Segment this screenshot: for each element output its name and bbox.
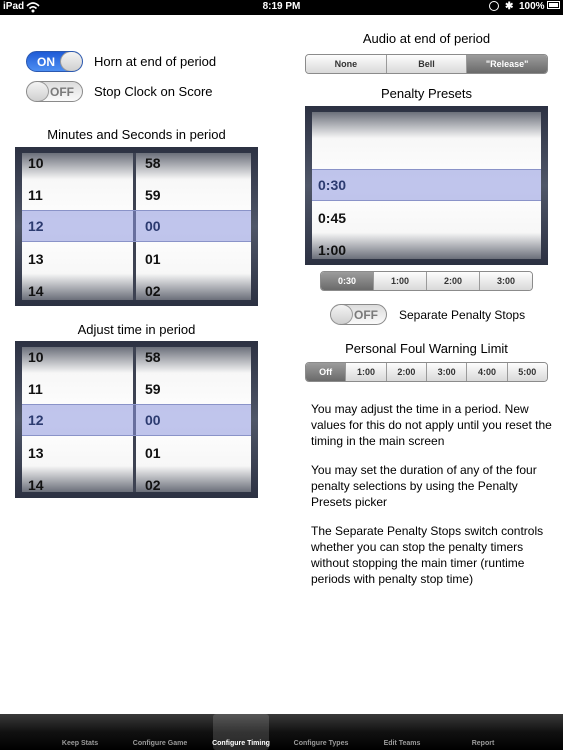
selected-minutes: 12 (28, 412, 44, 428)
foul-option[interactable]: 5:00 (506, 363, 547, 381)
penalty-presets-picker[interactable]: 0:45 1:00 0:30 (305, 106, 548, 265)
picker-row: 59 (145, 381, 161, 397)
audio-title: Audio at end of period (362, 31, 491, 46)
horn-label: Horn at end of period (94, 54, 217, 69)
separate-penalty-toggle[interactable]: OFF (330, 304, 387, 325)
rotation-lock-icon (489, 1, 499, 11)
stop-clock-label: Stop Clock on Score (94, 84, 213, 99)
minutes-seconds-title: Minutes and Seconds in period (47, 127, 226, 142)
picker-row: 0:45 (318, 210, 347, 226)
audio-segmented-control[interactable]: None Bell "Release" (305, 54, 548, 74)
foul-option[interactable]: 4:00 (466, 363, 507, 381)
tab-configure-types[interactable]: Configure Types (293, 714, 349, 750)
picker-row: 10 (28, 155, 44, 171)
clock: 8:19 PM (262, 1, 301, 12)
picker-row: 58 (145, 155, 161, 171)
battery-percent: 100% (519, 1, 545, 12)
help-paragraph: The Separate Penalty Stops switch contro… (311, 524, 544, 586)
horn-toggle[interactable]: ON (26, 51, 83, 72)
battery-icon (547, 1, 560, 9)
picker-row: 14 (28, 283, 44, 299)
picker-selection-band: 12 00 (22, 210, 251, 242)
tab-configure-timing[interactable]: Configure Timing (212, 714, 270, 750)
minutes-seconds-picker[interactable]: 10 11 13 14 58 59 01 02 12 00 (15, 147, 258, 306)
selected-minutes: 12 (28, 218, 44, 234)
help-paragraph: You may set the duration of any of the f… (311, 463, 537, 509)
foul-option[interactable]: 2:00 (385, 363, 426, 381)
toggle-knob (331, 305, 353, 324)
picker-row: 11 (28, 187, 43, 203)
picker-selection-band: 12 00 (22, 404, 251, 436)
foul-option[interactable]: Off (306, 363, 346, 381)
penalty-option[interactable]: 3:00 (479, 272, 532, 290)
toggle-knob (27, 82, 49, 101)
picker-row: 1:00 (318, 242, 347, 258)
bluetooth-icon: ✱ (505, 1, 514, 12)
stop-clock-toggle[interactable]: OFF (26, 81, 83, 102)
toggle-knob (60, 52, 82, 71)
foul-option[interactable]: 3:00 (425, 363, 467, 381)
audio-option-release[interactable]: "Release" (466, 55, 547, 73)
adjust-time-picker[interactable]: 10 11 13 14 58 59 01 02 12 00 (15, 341, 258, 498)
penalty-option[interactable]: 2:00 (426, 272, 479, 290)
tab-report[interactable]: Report (455, 714, 511, 750)
picker-row: 58 (145, 349, 161, 365)
picker-selection-band: 0:30 (312, 169, 541, 201)
tab-configure-game[interactable]: Configure Game (132, 714, 188, 750)
selected-seconds: 00 (145, 218, 161, 234)
picker-row: 02 (145, 283, 161, 299)
selected-seconds: 00 (145, 412, 161, 428)
selected-penalty: 0:30 (318, 177, 347, 193)
picker-row: 02 (145, 477, 161, 492)
penalty-option[interactable]: 0:30 (321, 272, 373, 290)
audio-option-none[interactable]: None (306, 55, 386, 73)
foul-option[interactable]: 1:00 (345, 363, 386, 381)
help-paragraph: You may adjust the time in a period. New… (311, 402, 552, 448)
status-bar: iPad 8:19 PM ✱ 100% (0, 0, 563, 15)
picker-row: 01 (145, 445, 161, 461)
tab-bar: Keep Stats Configure Game Configure Timi… (0, 714, 563, 750)
penalty-presets-title: Penalty Presets (380, 86, 473, 101)
audio-option-bell[interactable]: Bell (385, 55, 467, 73)
penalty-option[interactable]: 1:00 (373, 272, 426, 290)
picker-row: 10 (28, 349, 44, 365)
foul-segmented-control[interactable]: Off 1:00 2:00 3:00 4:00 5:00 (305, 362, 548, 382)
picker-row: 14 (28, 477, 44, 492)
penalty-segmented-control[interactable]: 0:30 1:00 2:00 3:00 (320, 271, 533, 291)
picker-row: 01 (145, 251, 161, 267)
adjust-time-title: Adjust time in period (77, 322, 196, 337)
tab-edit-teams[interactable]: Edit Teams (374, 714, 430, 750)
picker-row: 13 (28, 251, 44, 267)
foul-warning-title: Personal Foul Warning Limit (345, 341, 508, 356)
picker-row: 13 (28, 445, 44, 461)
separate-penalty-label: Separate Penalty Stops (399, 308, 526, 322)
picker-row: 11 (28, 381, 43, 397)
tab-keep-stats[interactable]: Keep Stats (52, 714, 108, 750)
picker-row: 59 (145, 187, 161, 203)
